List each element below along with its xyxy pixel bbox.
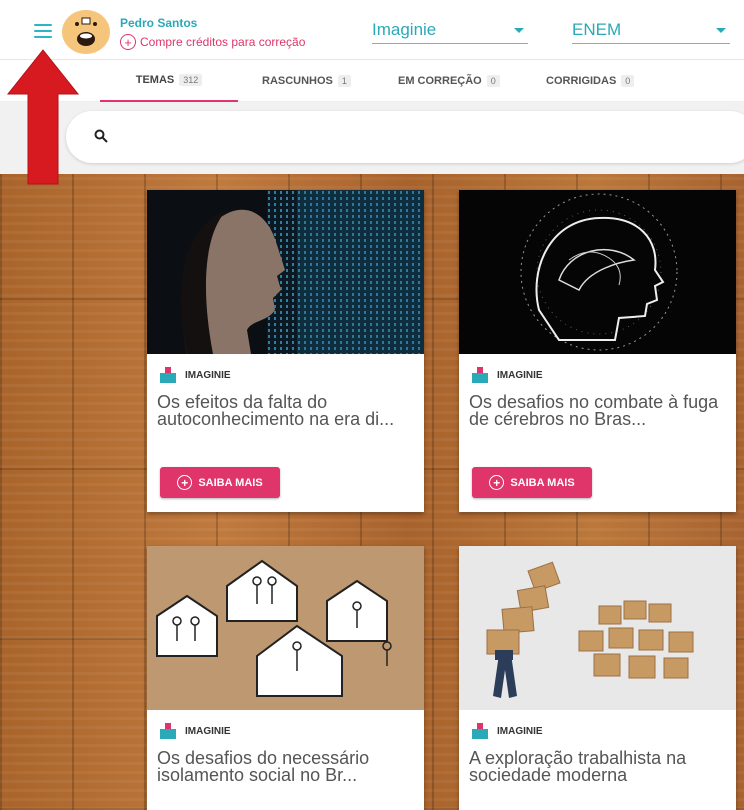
tab-temas[interactable]: TEMAS 312: [100, 60, 238, 102]
theme-card[interactable]: IMAGINIE Os efeitos da falta do autoconh…: [147, 190, 424, 512]
theme-card[interactable]: IMAGINIE Os desafios do necessário isola…: [147, 546, 424, 810]
caret-down-icon: [716, 28, 726, 33]
tab-rascunhos[interactable]: RASCUNHOS 1: [262, 60, 351, 102]
theme-card[interactable]: IMAGINIE A exploração trabalhista na soc…: [459, 546, 736, 810]
tab-count-badge: 0: [486, 75, 500, 87]
card-title: Os desafios no combate à fuga de cérebro…: [469, 392, 719, 429]
tab-bar: TEMAS 312 RASCUNHOS 1 EM CORREÇÃO 0 CORR…: [0, 60, 744, 102]
publisher-select-value: Imaginie: [372, 20, 437, 39]
caret-down-icon: [514, 28, 524, 33]
imaginie-logo-icon: [472, 367, 488, 383]
brand-name: IMAGINIE: [185, 725, 231, 737]
card-brand: IMAGINIE: [471, 366, 543, 384]
exam-select[interactable]: ENEM: [572, 14, 730, 44]
buy-credits-label: Compre créditos para correção: [140, 35, 306, 49]
plus-circle-icon: +: [120, 34, 136, 50]
tab-label: RASCUNHOS: [262, 75, 333, 87]
imaginie-logo-icon: [160, 723, 176, 739]
brand-name: IMAGINIE: [185, 369, 231, 381]
card-image-boxes: [459, 546, 736, 710]
imaginie-logo-icon: [472, 723, 488, 739]
imaginie-logo-icon: [160, 367, 176, 383]
card-title: Os efeitos da falta do autoconhecimento …: [157, 392, 395, 429]
tab-label: EM CORREÇÃO: [398, 75, 482, 87]
tab-corrigidas[interactable]: CORRIGIDAS 0: [546, 60, 635, 102]
user-name: Pedro Santos: [120, 16, 198, 30]
saiba-mais-label: SAIBA MAIS: [198, 476, 263, 489]
card-brand: IMAGINIE: [159, 722, 231, 740]
menu-icon[interactable]: [34, 24, 52, 38]
publisher-select[interactable]: Imaginie: [372, 14, 528, 44]
saiba-mais-label: SAIBA MAIS: [510, 476, 575, 489]
theme-card[interactable]: IMAGINIE Os desafios no combate à fuga d…: [459, 190, 736, 512]
tab-label: CORRIGIDAS: [546, 75, 617, 87]
card-title: Os desafios do necessário isolamento soc…: [157, 748, 370, 785]
card-image-face-binary: [147, 190, 424, 354]
tab-count-badge: 0: [621, 75, 635, 87]
brand-name: IMAGINIE: [497, 369, 543, 381]
tab-count-badge: 312: [179, 74, 203, 86]
tab-label: TEMAS: [135, 74, 175, 86]
card-image-brain-network: [459, 190, 736, 354]
search-icon: [94, 129, 108, 143]
tab-count-badge: 1: [337, 75, 351, 87]
annotation-arrow-up-icon: [6, 49, 80, 185]
card-image-paper-houses: [147, 546, 424, 710]
brand-name: IMAGINIE: [497, 725, 543, 737]
saiba-mais-button[interactable]: + SAIBA MAIS: [160, 467, 280, 498]
app-header: Pedro Santos + Compre créditos para corr…: [0, 0, 744, 60]
search-input[interactable]: [66, 111, 744, 163]
search-area: [0, 102, 744, 174]
plus-circle-icon: +: [489, 475, 505, 490]
card-brand: IMAGINIE: [471, 722, 543, 740]
saiba-mais-button[interactable]: + SAIBA MAIS: [472, 467, 592, 498]
card-title: A exploração trabalhista na sociedade mo…: [469, 748, 687, 785]
buy-credits-link[interactable]: + Compre créditos para correção: [120, 34, 305, 50]
card-brand: IMAGINIE: [159, 366, 231, 384]
tab-em-correcao[interactable]: EM CORREÇÃO 0: [398, 60, 500, 102]
exam-select-value: ENEM: [572, 20, 622, 39]
plus-circle-icon: +: [177, 475, 193, 490]
